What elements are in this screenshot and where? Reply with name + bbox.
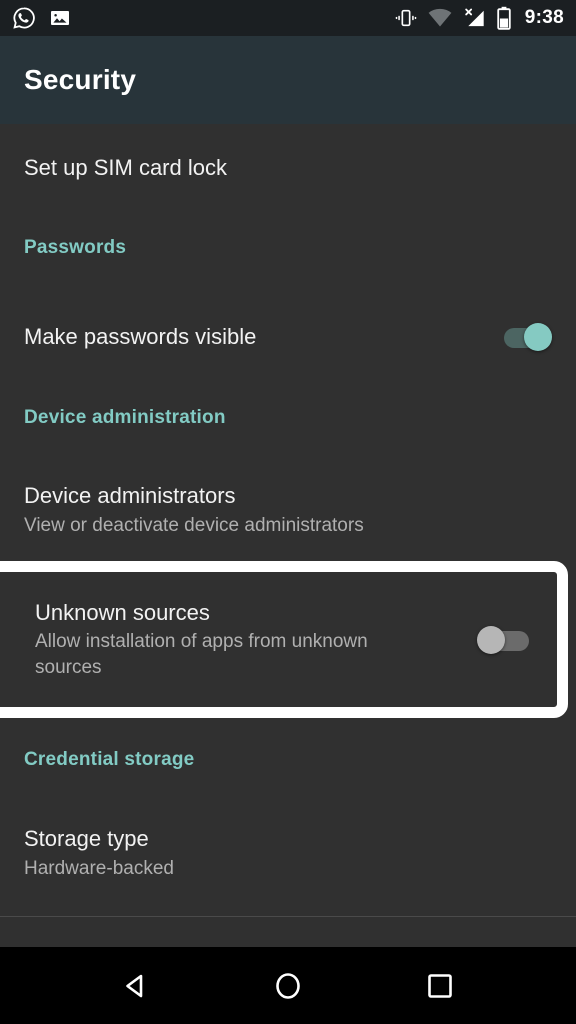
list-divider [0,916,576,917]
switch-thumb [477,625,505,654]
home-button[interactable] [253,951,323,1021]
recents-square-icon [428,973,452,998]
home-circle-icon [276,972,300,999]
device-administrators-title: Device administrators [24,483,236,508]
wifi-icon [428,7,452,29]
back-triangle-icon [126,974,143,997]
storage-type-subtitle: Hardware-backed [24,857,174,879]
image-icon [48,6,72,30]
list-item-storage-type[interactable]: Storage type Hardware-backed [0,819,576,895]
app-bar: Security [0,36,576,124]
list-item-unknown-sources[interactable]: Unknown sources Allow installation of ap… [0,561,568,718]
status-bar: 9:38 [0,0,576,36]
settings-list[interactable]: Set up SIM card lock Passwords Make pass… [0,124,576,947]
unknown-sources-title: Unknown sources [35,599,210,625]
section-header-credential-storage: Credential storage [24,749,195,770]
section-header-device-administration: Device administration [24,407,226,428]
navigation-bar [0,947,576,1024]
list-item-device-administrators[interactable]: Device administrators View or deactivate… [0,476,576,552]
list-item-make-passwords-visible[interactable]: Make passwords visible [0,307,576,367]
back-button[interactable] [101,951,171,1021]
page-title: Security [24,64,137,95]
status-bar-left-icons [12,6,72,30]
device-administrators-subtitle: View or deactivate device administrators [24,514,364,536]
no-sim-signal-icon [463,7,486,29]
status-bar-clock: 9:38 [524,7,564,28]
switch-thumb [524,323,552,351]
list-item-sim-card-lock[interactable]: Set up SIM card lock [0,138,576,198]
phone-screen: 9:38 Security Set up SIM card lock Passw… [0,0,576,1024]
make-passwords-visible-title: Make passwords visible [24,324,257,350]
vibrate-icon [395,7,417,29]
status-bar-right-icons: 9:38 [395,6,564,30]
sim-card-lock-title: Set up SIM card lock [24,155,227,181]
storage-type-title: Storage type [24,826,149,851]
unknown-sources-switch[interactable] [477,623,533,657]
whatsapp-icon [12,6,36,30]
unknown-sources-subtitle: Allow installation of apps from unknown … [35,631,368,678]
recents-button[interactable] [405,951,475,1021]
battery-icon [497,6,511,30]
section-header-passwords: Passwords [24,237,127,258]
make-passwords-visible-switch[interactable] [496,320,552,354]
